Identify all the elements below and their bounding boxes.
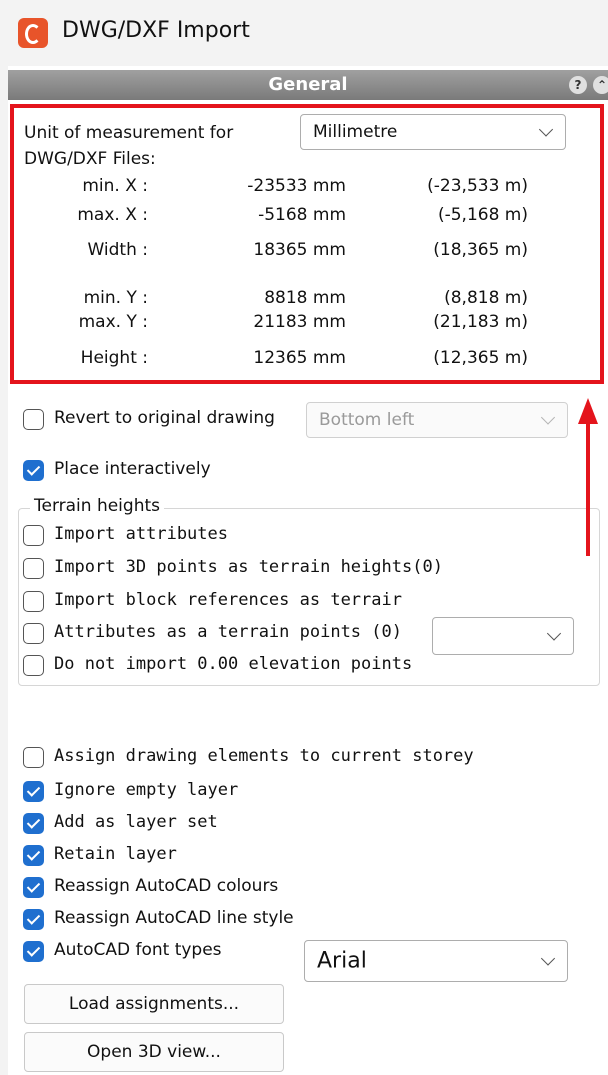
window-left-edge xyxy=(0,66,8,1075)
attribute-select[interactable] xyxy=(432,617,574,655)
title-bar: DWG/DXF Import xyxy=(0,0,608,66)
collapse-icon[interactable]: ⌃ xyxy=(593,76,608,94)
extent-label-max-x: max. X : xyxy=(77,205,148,225)
extent-m-min-y: (8,818 m) xyxy=(444,288,528,308)
extent-label-min-y: min. Y : xyxy=(83,288,148,308)
reassign-line-style-label[interactable]: Reassign AutoCAD line style xyxy=(54,908,294,928)
add-layer-set-label[interactable]: Add as layer set xyxy=(54,812,218,832)
extent-m-min-x: (-23,533 m) xyxy=(427,176,528,196)
extent-m-width: (18,365 m) xyxy=(433,240,528,260)
terrain-heights-title: Terrain heights xyxy=(30,496,164,516)
add-layer-set-checkbox[interactable] xyxy=(23,813,44,834)
revert-label[interactable]: Revert to original drawing xyxy=(54,408,275,428)
extent-mm-min-x: -23533 mm xyxy=(247,176,346,196)
import-3d-points-checkbox[interactable] xyxy=(23,558,44,579)
font-types-checkbox[interactable] xyxy=(23,941,44,962)
extent-mm-width: 18365 mm xyxy=(253,240,346,260)
panel-header-general[interactable]: General ? ⌃ xyxy=(8,70,608,100)
ignore-empty-layer-checkbox[interactable] xyxy=(23,781,44,802)
load-assignments-button[interactable]: Load assignments... xyxy=(24,984,284,1024)
assign-storey-checkbox[interactable] xyxy=(23,747,44,768)
attributes-terrain-points-label[interactable]: Attributes as a terrain points (0) xyxy=(54,622,402,642)
extent-mm-max-y: 21183 mm xyxy=(253,312,346,332)
font-select[interactable]: Arial xyxy=(304,940,568,982)
reassign-colours-label[interactable]: Reassign AutoCAD colours xyxy=(54,876,278,896)
chevron-down-icon xyxy=(538,122,554,137)
extent-label-max-y: max. Y : xyxy=(78,312,148,332)
open-3d-view-button[interactable]: Open 3D view... xyxy=(24,1032,284,1072)
skip-zero-elevation-label[interactable]: Do not import 0.00 elevation points xyxy=(54,654,412,674)
extent-m-max-y: (21,183 m) xyxy=(433,312,528,332)
chevron-down-icon xyxy=(540,951,556,966)
import-3d-points-label[interactable]: Import 3D points as terrain heights(0) xyxy=(54,557,443,577)
import-attributes-label[interactable]: Import attributes xyxy=(54,524,228,544)
revert-position-value: Bottom left xyxy=(319,410,415,430)
unit-label-line-1: Unit of measurement for xyxy=(24,123,234,143)
extent-m-height: (12,365 m) xyxy=(433,348,528,368)
extent-mm-max-x: -5168 mm xyxy=(258,205,346,225)
place-interactively-label[interactable]: Place interactively xyxy=(54,459,211,479)
unit-label: Unit of measurement for DWG/DXF Files: xyxy=(24,120,233,172)
retain-layer-label[interactable]: Retain layer xyxy=(54,844,177,864)
unit-select-value: Millimetre xyxy=(313,122,398,142)
chevron-down-icon xyxy=(540,410,556,425)
import-block-references-checkbox[interactable] xyxy=(23,591,44,612)
chevron-down-icon xyxy=(546,626,562,641)
extent-label-height: Height : xyxy=(80,348,148,368)
ignore-empty-layer-label[interactable]: Ignore empty layer xyxy=(54,780,238,800)
skip-zero-elevation-checkbox[interactable] xyxy=(23,655,44,676)
window-title: DWG/DXF Import xyxy=(62,18,250,43)
annotation-arrow-shaft xyxy=(586,420,590,556)
reassign-colours-checkbox[interactable] xyxy=(23,877,44,898)
revert-checkbox[interactable] xyxy=(23,409,44,430)
retain-layer-checkbox[interactable] xyxy=(23,845,44,866)
unit-select[interactable]: Millimetre xyxy=(300,114,566,150)
reassign-line-style-checkbox[interactable] xyxy=(23,909,44,930)
extent-label-width: Width : xyxy=(87,240,148,260)
import-block-references-label[interactable]: Import block references as terrair xyxy=(54,590,402,610)
extent-mm-min-y: 8818 mm xyxy=(264,288,346,308)
unit-label-line-2: DWG/DXF Files: xyxy=(24,149,156,169)
place-interactively-checkbox[interactable] xyxy=(23,460,44,481)
panel-title: General xyxy=(268,74,348,95)
revert-position-select: Bottom left xyxy=(306,402,568,438)
help-icon[interactable]: ? xyxy=(569,76,587,94)
font-select-value: Arial xyxy=(317,948,367,974)
attributes-terrain-points-checkbox[interactable] xyxy=(23,623,44,644)
assign-storey-label[interactable]: Assign drawing elements to current store… xyxy=(54,746,474,766)
import-attributes-checkbox[interactable] xyxy=(23,525,44,546)
extent-mm-height: 12365 mm xyxy=(253,348,346,368)
font-types-label[interactable]: AutoCAD font types xyxy=(54,940,222,960)
extent-label-min-x: min. X : xyxy=(82,176,148,196)
extent-m-max-x: (-5,168 m) xyxy=(437,205,528,225)
app-logo-icon xyxy=(18,18,48,48)
